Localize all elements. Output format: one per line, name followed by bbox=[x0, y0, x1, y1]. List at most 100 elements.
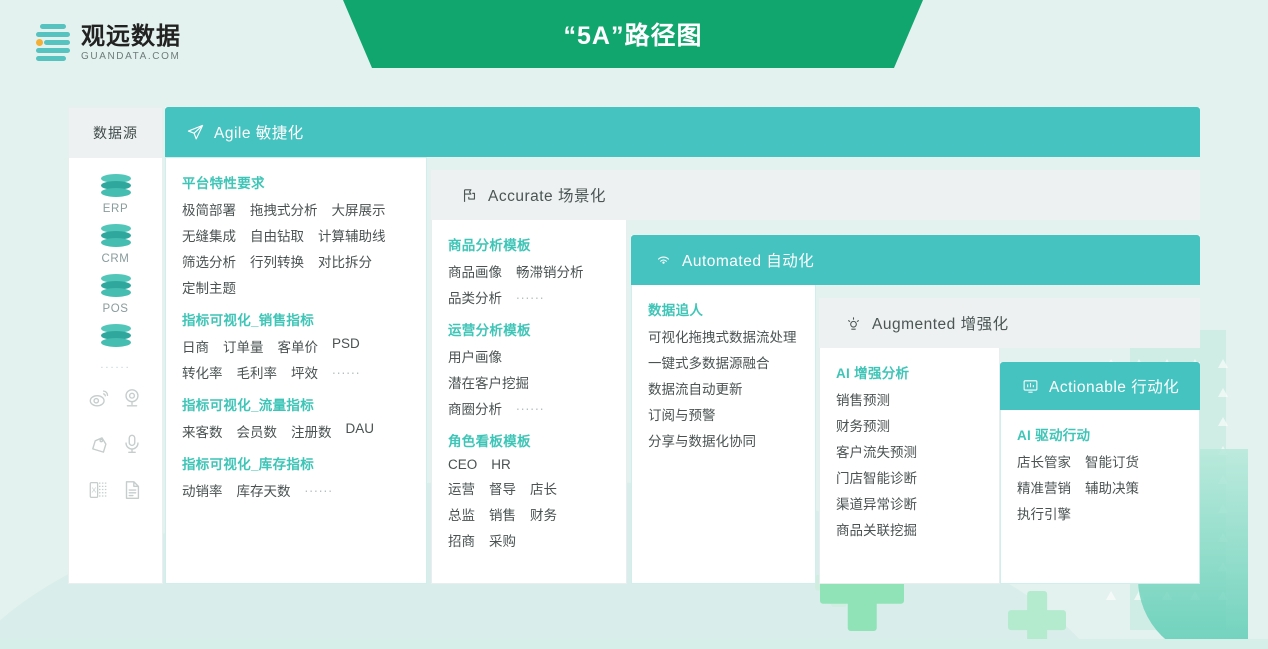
tag-item[interactable]: 潜在客户挖掘 bbox=[448, 372, 529, 392]
tag-item[interactable]: CEO bbox=[448, 457, 477, 472]
group-row: 筛选分析 行列转换 对比拆分 bbox=[182, 251, 410, 271]
group-agile-0: 平台特性要求 极简部署 拖拽式分析 大屏展示 无缝集成 自由钻取 计算辅助线 筛选分析 行列转换… bbox=[182, 172, 410, 297]
tag-item[interactable]: 店长 bbox=[530, 478, 557, 498]
tag-item[interactable]: 可视化拖拽式数据流处理 bbox=[648, 326, 797, 346]
group-agile-3: 指标可视化_库存指标 动销率 库存天数...... bbox=[182, 453, 410, 500]
tag-item[interactable]: 毛利率 bbox=[237, 362, 278, 382]
tag-item[interactable]: 动销率 bbox=[182, 480, 223, 500]
tag-item[interactable]: 商品画像 bbox=[448, 261, 502, 281]
panel-header-agile[interactable]: Agile 敏捷化 bbox=[165, 107, 1200, 157]
database-stack-icon bbox=[100, 274, 131, 300]
tag-item[interactable]: 订阅与预警 bbox=[648, 404, 716, 424]
tag-item[interactable]: 精准营销 bbox=[1017, 477, 1071, 497]
sidebar-source-label: CRM bbox=[101, 253, 130, 265]
group-row: 执行引擎 bbox=[1017, 503, 1183, 523]
group-row: 数据流自动更新 bbox=[648, 378, 799, 398]
tag-item[interactable]: 财务 bbox=[530, 504, 557, 524]
group-row: 精准营销 辅助决策 bbox=[1017, 477, 1183, 497]
tag-item[interactable]: 客单价 bbox=[278, 336, 319, 356]
tag-item[interactable]: 执行引擎 bbox=[1017, 503, 1071, 523]
weibo-icon[interactable] bbox=[83, 385, 116, 411]
panel-header-actionable[interactable]: Actionable 行动化 bbox=[1000, 362, 1200, 410]
tag-item[interactable]: 来客数 bbox=[182, 421, 223, 441]
sidebar-data-source-more[interactable] bbox=[69, 324, 162, 350]
sidebar-title: 数据源 bbox=[69, 108, 162, 158]
tag-item[interactable]: 门店智能诊断 bbox=[836, 467, 917, 487]
tag-item[interactable]: 督导 bbox=[489, 478, 516, 498]
tag-item[interactable]: 用户画像 bbox=[448, 346, 502, 366]
sidebar-data-source-crm[interactable]: CRM bbox=[69, 224, 162, 265]
tag-item[interactable]: 库存天数 bbox=[237, 480, 291, 500]
group-accurate-2: 角色看板模板 CEO HR 运营 督导 店长 总监 销售 财务 招商 采购 bbox=[448, 430, 610, 550]
tag-item[interactable]: 行列转换 bbox=[250, 251, 304, 271]
logo-title: 观远数据 bbox=[81, 23, 181, 50]
tag-item[interactable]: 注册数 bbox=[291, 421, 332, 441]
tag-item[interactable]: 辅助决策 bbox=[1085, 477, 1139, 497]
group-actionable-0: AI 驱动行动 店长管家 智能订货 精准营销 辅助决策 执行引擎 bbox=[1017, 424, 1183, 523]
signal-wave-icon bbox=[655, 252, 672, 269]
panel-title-accurate: Accurate 场景化 bbox=[488, 188, 606, 205]
group-title: AI 驱动行动 bbox=[1017, 428, 1091, 443]
tag-item[interactable]: 运营 bbox=[448, 478, 475, 498]
tag-item[interactable]: 自由钻取 bbox=[250, 225, 304, 245]
tag-item[interactable]: 招商 bbox=[448, 530, 475, 550]
tag-item[interactable]: 销售 bbox=[489, 504, 516, 524]
tag-item[interactable]: 日商 bbox=[182, 336, 209, 356]
tag-item[interactable]: 客户流失预测 bbox=[836, 441, 917, 461]
tag-item: ...... bbox=[516, 398, 545, 413]
tag-item[interactable]: 对比拆分 bbox=[318, 251, 372, 271]
tag-item[interactable]: 会员数 bbox=[237, 421, 278, 441]
group-row: 极简部署 拖拽式分析 大屏展示 bbox=[182, 199, 410, 219]
group-row: 动销率 库存天数...... bbox=[182, 480, 410, 500]
tag-item[interactable]: 智能订货 bbox=[1085, 451, 1139, 471]
tag-item[interactable]: 总监 bbox=[448, 504, 475, 524]
group-row: 商圈分析...... bbox=[448, 398, 610, 418]
group-title: AI 增强分析 bbox=[836, 366, 910, 381]
tag-item[interactable]: 大屏展示 bbox=[332, 199, 386, 219]
tag-item[interactable]: 采购 bbox=[489, 530, 516, 550]
tag-item[interactable]: PSD bbox=[332, 336, 360, 356]
tag-item[interactable]: 数据流自动更新 bbox=[648, 378, 743, 398]
tag-item[interactable]: 订单量 bbox=[223, 336, 264, 356]
tag-item[interactable]: 无缝集成 bbox=[182, 225, 236, 245]
group-row: 商品关联挖掘 bbox=[836, 519, 983, 539]
tag-item[interactable]: 店长管家 bbox=[1017, 451, 1071, 471]
tag-item[interactable]: 分享与数据化协同 bbox=[648, 430, 756, 450]
slide-canvas: 观远数据 GUANDATA.COM “5A”路径图 数据源 ERP CRM POS.… bbox=[0, 0, 1268, 649]
webcam-icon[interactable] bbox=[116, 385, 149, 411]
database-stack-icon bbox=[100, 224, 131, 250]
group-row: 转化率 毛利率 坪效...... bbox=[182, 362, 410, 382]
tag-item[interactable]: 品类分析 bbox=[448, 287, 502, 307]
excel-file-icon[interactable]: X bbox=[83, 477, 116, 503]
tag-item[interactable]: HR bbox=[491, 457, 511, 472]
tag-item[interactable]: 转化率 bbox=[182, 362, 223, 382]
tag-item[interactable]: 计算辅助线 bbox=[318, 225, 386, 245]
sidebar-data-source-erp[interactable]: ERP bbox=[69, 174, 162, 215]
tag-item[interactable]: 拖拽式分析 bbox=[250, 199, 318, 219]
panel-header-accurate[interactable]: Accurate 场景化 bbox=[431, 170, 1200, 220]
tag-item[interactable]: 极简部署 bbox=[182, 199, 236, 219]
microphone-icon[interactable] bbox=[116, 431, 149, 457]
tag-item[interactable]: 畅滞销分析 bbox=[516, 261, 584, 281]
group-agile-2: 指标可视化_流量指标 来客数 会员数 注册数 DAU bbox=[182, 394, 410, 441]
tag-item[interactable]: 财务预测 bbox=[836, 415, 890, 435]
group-row: 潜在客户挖掘 bbox=[448, 372, 610, 392]
document-icon[interactable] bbox=[116, 477, 149, 503]
tag-item[interactable]: 筛选分析 bbox=[182, 251, 236, 271]
logo-mark-icon bbox=[34, 24, 70, 62]
tag-item[interactable]: 坪效 bbox=[291, 362, 318, 382]
tag-icon[interactable] bbox=[83, 431, 116, 457]
panel-header-automated[interactable]: Automated 自动化 bbox=[631, 235, 1200, 285]
tag-item[interactable]: 商品关联挖掘 bbox=[836, 519, 917, 539]
tag-item[interactable]: 定制主题 bbox=[182, 277, 236, 297]
tag-item[interactable]: 销售预测 bbox=[836, 389, 890, 409]
sidebar-data-source-pos[interactable]: POS bbox=[69, 274, 162, 315]
decor-bottom-bar bbox=[0, 639, 1268, 649]
tag-item[interactable]: 一键式多数据源融合 bbox=[648, 352, 770, 372]
tag-item[interactable]: 商圈分析 bbox=[448, 398, 502, 418]
panel-header-augmented[interactable]: Augmented 增强化 bbox=[819, 298, 1200, 348]
paper-plane-icon bbox=[187, 124, 204, 141]
tag-item[interactable]: 渠道异常诊断 bbox=[836, 493, 917, 513]
group-row: 财务预测 bbox=[836, 415, 983, 435]
tag-item[interactable]: DAU bbox=[346, 421, 375, 441]
